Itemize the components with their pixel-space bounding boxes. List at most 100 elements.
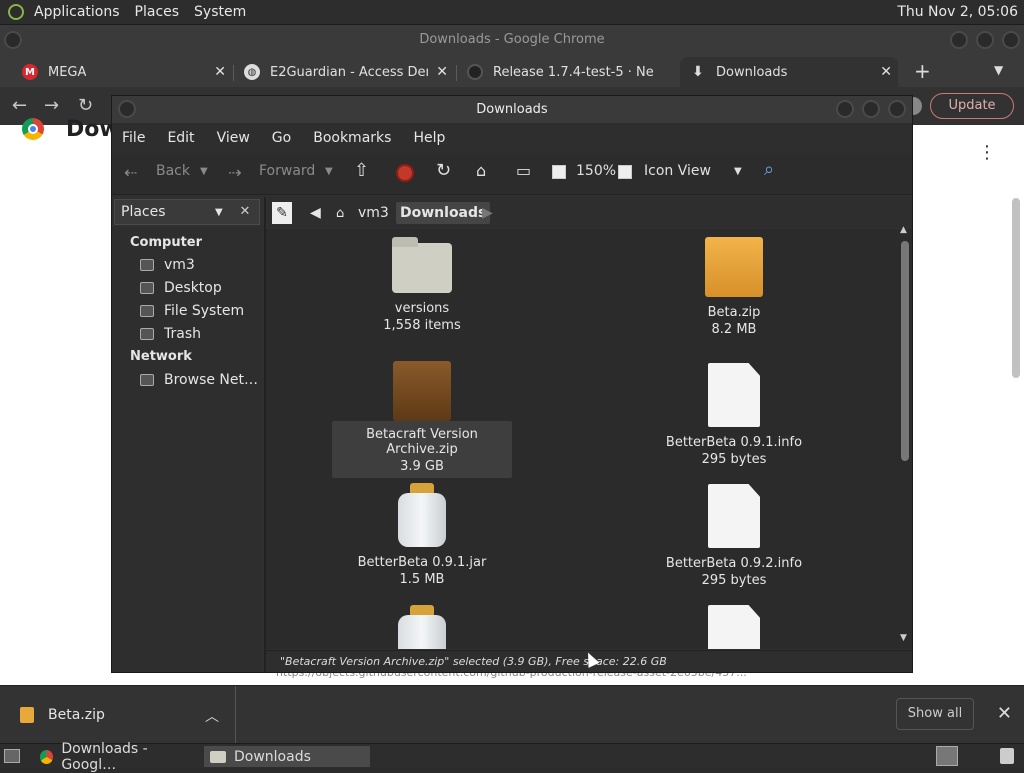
- tab-mega[interactable]: M MEGA ✕: [14, 57, 232, 87]
- download-item[interactable]: Beta.zip ︿: [0, 686, 236, 744]
- back-button[interactable]: Back: [156, 163, 190, 179]
- file-meta: 8.2 MB: [711, 322, 757, 337]
- home-icon[interactable]: ⌂: [476, 161, 486, 180]
- reload-icon[interactable]: ↻: [78, 95, 93, 116]
- file-item[interactable]: Beta.zip 8.2 MB: [644, 237, 824, 337]
- breadcrumb-vm3[interactable]: vm3: [354, 202, 393, 224]
- forward-arrow-icon[interactable]: →: [44, 95, 59, 116]
- taskbar-item-chrome[interactable]: Downloads - Googl…: [36, 741, 200, 773]
- folder-icon: [392, 237, 452, 293]
- sidebar-item-label: vm3: [164, 257, 195, 273]
- menu-edit[interactable]: Edit: [167, 130, 194, 146]
- minimize-button[interactable]: [950, 31, 968, 49]
- sidebar-item-file-system[interactable]: File System: [140, 303, 244, 319]
- close-sidebar-icon[interactable]: ✕: [232, 200, 258, 224]
- close-tab-icon[interactable]: ✕: [436, 64, 448, 80]
- fm-minimize-button[interactable]: [836, 100, 854, 118]
- file-item[interactable]: BetterBeta 0.9.1.info 295 bytes: [644, 363, 824, 467]
- view-mode-select[interactable]: Icon View: [644, 163, 711, 179]
- menu-bookmarks[interactable]: Bookmarks: [313, 130, 391, 146]
- fm-maximize-button[interactable]: [862, 100, 880, 118]
- tab-downloads[interactable]: ⬇ Downloads ✕: [680, 57, 898, 87]
- file-meta: 1,558 items: [383, 318, 461, 333]
- path-left-arrow-icon[interactable]: ◀: [306, 202, 325, 224]
- path-right-arrow-icon[interactable]: ▶: [478, 202, 497, 224]
- show-desktop-icon[interactable]: [4, 749, 20, 763]
- menu-help[interactable]: Help: [413, 130, 445, 146]
- file-item-partial[interactable]: [644, 605, 824, 649]
- menu-view[interactable]: View: [217, 130, 250, 146]
- fm-window-menu-button[interactable]: [118, 100, 136, 118]
- fm-close-button[interactable]: [888, 100, 906, 118]
- applications-menu[interactable]: Applications: [34, 4, 120, 20]
- places-menu[interactable]: Places: [135, 4, 180, 20]
- sidebar-item-trash[interactable]: Trash: [140, 326, 201, 342]
- view-mode-chevron-icon[interactable]: ▼: [734, 166, 742, 177]
- tab-title: Release 1.7.4-test-5 · Neth: [493, 64, 653, 80]
- back-icon[interactable]: ⇠: [124, 163, 137, 182]
- fm-menubar: File Edit View Go Bookmarks Help: [112, 123, 912, 153]
- scroll-up-icon[interactable]: ▲: [900, 225, 907, 235]
- reload-icon[interactable]: ↻: [436, 160, 451, 181]
- zoom-in-icon[interactable]: [618, 165, 632, 179]
- places-chevron-icon[interactable]: ▼: [215, 207, 223, 218]
- update-button[interactable]: Update: [930, 93, 1014, 119]
- scroll-down-icon[interactable]: ▼: [900, 633, 907, 643]
- sidebar-item-browse-network[interactable]: Browse Net…: [140, 372, 258, 388]
- document-icon: [708, 484, 760, 548]
- more-options-icon[interactable]: ⋮: [978, 142, 996, 163]
- search-icon[interactable]: ⌕: [764, 159, 774, 180]
- forward-history-chevron-icon[interactable]: ▼: [325, 166, 333, 177]
- maximize-button[interactable]: [976, 31, 994, 49]
- window-menu-button[interactable]: [4, 31, 22, 49]
- document-icon: [708, 605, 760, 649]
- stop-icon[interactable]: [396, 164, 414, 182]
- back-history-chevron-icon[interactable]: ▼: [200, 166, 208, 177]
- new-tab-button[interactable]: +: [914, 59, 931, 83]
- fm-scrollbar[interactable]: ▲ ▼: [898, 225, 912, 649]
- forward-button[interactable]: Forward: [259, 163, 315, 179]
- section-computer: Computer: [130, 235, 203, 250]
- clock[interactable]: Thu Nov 2, 05:06: [897, 4, 1018, 20]
- up-icon[interactable]: ⇧: [354, 160, 369, 181]
- fm-title-bar: Downloads: [112, 96, 912, 123]
- file-item-partial[interactable]: [332, 605, 512, 649]
- page-scrollbar[interactable]: [1008, 182, 1024, 682]
- file-name: Beta.zip: [707, 305, 761, 320]
- file-item[interactable]: BetterBeta 0.9.2.info 295 bytes: [644, 484, 824, 588]
- close-tab-icon[interactable]: ✕: [214, 64, 226, 80]
- menu-go[interactable]: Go: [272, 130, 291, 146]
- breadcrumb-downloads[interactable]: Downloads: [396, 202, 491, 224]
- close-shelf-icon[interactable]: ✕: [997, 703, 1012, 724]
- close-tab-icon[interactable]: ✕: [880, 64, 892, 80]
- chrome-logo-icon: [22, 118, 44, 140]
- tab-release[interactable]: Release 1.7.4-test-5 · Neth: [459, 57, 677, 87]
- forward-icon[interactable]: ⇢: [228, 163, 241, 182]
- zoom-out-icon[interactable]: [552, 165, 566, 179]
- tab-search-icon[interactable]: ▼: [994, 63, 1003, 77]
- file-item[interactable]: Betacraft Version Archive.zip 3.9 GB: [332, 361, 512, 478]
- chevron-up-icon[interactable]: ︿: [205, 706, 219, 726]
- show-all-button[interactable]: Show all: [896, 698, 974, 730]
- mega-icon: M: [22, 64, 38, 80]
- workspace-switcher[interactable]: [936, 746, 958, 766]
- edit-location-icon[interactable]: ✎: [272, 202, 292, 224]
- system-menu[interactable]: System: [194, 4, 246, 20]
- trash-applet-icon[interactable]: [1000, 748, 1014, 764]
- file-item[interactable]: BetterBeta 0.9.1.jar 1.5 MB: [332, 483, 512, 587]
- computer-icon[interactable]: ▭: [516, 161, 531, 180]
- back-arrow-icon[interactable]: ←: [12, 95, 27, 116]
- page-scrollbar-thumb[interactable]: [1012, 198, 1020, 378]
- fm-scrollbar-thumb[interactable]: [901, 241, 909, 461]
- sidebar-item-desktop[interactable]: Desktop: [140, 280, 222, 296]
- distro-logo-icon[interactable]: [8, 4, 24, 20]
- bottom-panel: Downloads - Googl… Downloads: [0, 741, 1024, 773]
- file-meta: 3.9 GB: [400, 459, 444, 474]
- tab-e2guardian[interactable]: ◍ E2Guardian - Access Denie ✕: [236, 57, 454, 87]
- file-item[interactable]: versions 1,558 items: [332, 237, 512, 333]
- close-window-button[interactable]: [1002, 31, 1020, 49]
- taskbar-item-downloads[interactable]: Downloads: [204, 746, 370, 767]
- document-icon: [708, 363, 760, 427]
- menu-file[interactable]: File: [122, 130, 145, 146]
- sidebar-item-vm3[interactable]: vm3: [140, 257, 195, 273]
